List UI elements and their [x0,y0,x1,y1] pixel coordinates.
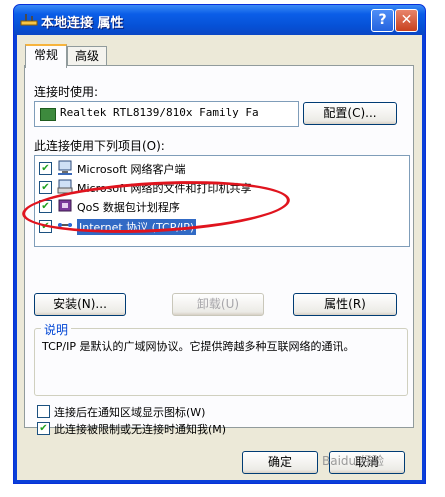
network-connection-icon [20,14,38,26]
item-label: Microsoft 网络的文件和打印机共享 [77,182,252,195]
ok-button[interactable]: 确定 [242,451,318,474]
title-bar[interactable]: 本地连接 属性 ? ✕ [14,5,425,35]
item-label: Internet 协议 (TCP/IP) [77,219,197,235]
tab-advanced[interactable]: 高级 [67,46,107,66]
checkbox[interactable]: ✔ [39,162,52,175]
list-item[interactable]: ✔ Microsoft 网络客户端 [39,159,339,177]
checkbox[interactable]: ✔ [39,220,52,233]
help-button[interactable]: ? [371,9,394,32]
configure-button[interactable]: 配置(C)... [303,102,397,125]
window-title: 本地连接 属性 [41,16,124,31]
notify-label[interactable]: 此连接被限制或无连接时通知我(M) [54,421,226,437]
list-item[interactable]: ✔ QoS 数据包计划程序 [39,197,339,215]
printer-share-icon [57,179,73,194]
network-client-icon [58,160,72,175]
watermark: Baidu 经验 [322,454,384,468]
properties-dialog: 本地连接 属性 ? ✕ 常规 高级 连接时使用: Realtek RTL8139… [13,4,426,484]
connect-using-label: 连接时使用: [34,85,99,99]
adapter-field: Realtek RTL8139/810x Family Fa [34,101,299,127]
checkbox[interactable]: ✔ [39,181,52,194]
adapter-name: Realtek RTL8139/810x Family Fa [60,106,259,119]
components-list[interactable]: ✔ Microsoft 网络客户端 ✔ Microsoft 网络的文件和打印机共… [34,155,410,247]
properties-button[interactable]: 属性(R) [293,293,397,316]
dialog-client: 常规 高级 连接时使用: Realtek RTL8139/810x Family… [17,35,422,480]
protocol-icon [58,223,72,227]
description-title: 说明 [41,321,72,338]
checkbox[interactable]: ✔ [39,200,52,213]
item-label: QoS 数据包计划程序 [77,201,180,214]
notify-checkbox[interactable]: ✔ [37,422,50,435]
show-icon-checkbox[interactable] [37,405,50,418]
show-icon-label[interactable]: 连接后在通知区域显示图标(W) [54,404,205,420]
general-panel: 连接时使用: Realtek RTL8139/810x Family Fa 配置… [24,65,414,436]
list-item[interactable]: ✔ Internet 协议 (TCP/IP) [39,217,339,235]
uninstall-button[interactable]: 卸载(U) [172,293,264,316]
description-text: TCP/IP 是默认的广域网协议。它提供跨越多种互联网络的通讯。 [42,340,355,353]
qos-icon [58,199,72,212]
list-item[interactable]: ✔ Microsoft 网络的文件和打印机共享 [39,178,339,196]
item-label: Microsoft 网络客户端 [77,163,186,176]
description-group: 说明 TCP/IP 是默认的广域网协议。它提供跨越多种互联网络的通讯。 [34,321,408,396]
install-button[interactable]: 安装(N)... [34,293,126,316]
network-adapter-icon [40,108,56,121]
close-button[interactable]: ✕ [395,9,418,32]
tab-general[interactable]: 常规 [25,44,67,68]
components-label: 此连接使用下列项目(O): [34,139,165,153]
